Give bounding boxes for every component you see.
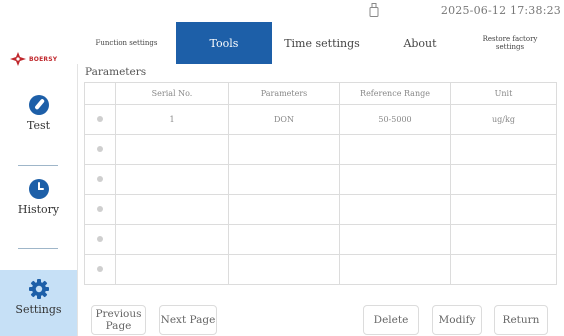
row-select-cell[interactable] [84,194,116,225]
sidebar-item-label: Test [26,119,51,132]
radio-dot-icon[interactable] [97,146,103,152]
column-header-parameters: Parameters [228,82,340,105]
serial-cell [115,134,229,165]
tab-function-settings[interactable]: Function settings [77,22,176,64]
parameter-cell: DON [228,104,340,135]
tab-about[interactable]: About [372,22,468,64]
tab-time-settings[interactable]: Time settings [272,22,372,64]
parameter-cell [228,164,340,195]
table-row[interactable] [84,224,557,255]
usb-drive-icon [369,3,379,17]
row-select-cell[interactable] [84,104,116,135]
table-row[interactable]: 1 DON 50-5000 ug/kg [84,104,557,135]
table-row[interactable] [84,194,557,225]
tab-tools[interactable]: Tools [176,22,272,64]
range-cell [339,134,451,165]
unit-cell [450,194,557,225]
datetime: 2025-06-12 17:38:23 [440,4,561,17]
serial-cell [115,254,229,285]
serial-cell [115,164,229,195]
sidebar-divider [18,165,58,166]
gear-icon [28,279,49,299]
sidebar-item-settings[interactable]: Settings [0,270,77,336]
modify-button[interactable]: Modify [432,305,482,335]
return-button[interactable]: Return [494,305,548,335]
range-cell [339,194,451,225]
parameters-table: Serial No. Parameters Reference Range Un… [84,82,557,285]
sidebar-item-test[interactable]: Test [0,94,77,150]
unit-cell [450,134,557,165]
range-cell [339,254,451,285]
test-tube-icon [28,95,49,115]
unit-cell [450,224,557,255]
parameter-cell [228,194,340,225]
row-select-cell[interactable] [84,254,116,285]
table-row[interactable] [84,254,557,285]
delete-button[interactable]: Delete [363,305,419,335]
logo-mark-icon [10,52,26,66]
logo-text: BOERSY [29,55,58,63]
sidebar-item-label: History [17,203,60,216]
sidebar: BOERSY Test History Settings [0,22,78,336]
column-header-serial-no: Serial No. [115,82,229,105]
range-cell [339,164,451,195]
radio-dot-icon[interactable] [97,116,103,122]
clock-icon [28,179,49,199]
previous-page-button[interactable]: Previous Page [91,305,146,335]
parameter-cell [228,224,340,255]
parameter-cell [228,134,340,165]
range-cell [339,224,451,255]
settings-tabs: Function settings Tools Time settings Ab… [77,22,564,64]
radio-dot-icon[interactable] [97,176,103,182]
radio-dot-icon[interactable] [97,206,103,212]
tab-restore-factory-settings[interactable]: Restore factory settings [478,22,542,64]
sidebar-divider [18,248,58,249]
next-page-button[interactable]: Next Page [159,305,217,335]
sidebar-item-history[interactable]: History [0,178,77,234]
unit-cell: ug/kg [450,104,557,135]
sidebar-item-label: Settings [15,303,62,316]
range-cell: 50-5000 [339,104,451,135]
row-select-cell[interactable] [84,134,116,165]
serial-cell [115,224,229,255]
radio-dot-icon[interactable] [97,266,103,272]
brand-logo: BOERSY [10,52,57,66]
serial-cell [115,194,229,225]
row-select-cell[interactable] [84,164,116,195]
column-header-reference-range: Reference Range [339,82,451,105]
table-row[interactable] [84,134,557,165]
section-title: Parameters [85,66,147,78]
row-select-cell[interactable] [84,224,116,255]
serial-cell: 1 [115,104,229,135]
parameter-cell [228,254,340,285]
status-bar: 2025-06-12 17:38:23 [0,0,564,22]
column-header-select [84,82,116,105]
column-header-unit: Unit [450,82,557,105]
table-header-row: Serial No. Parameters Reference Range Un… [84,82,557,105]
unit-cell [450,254,557,285]
table-row[interactable] [84,164,557,195]
radio-dot-icon[interactable] [97,236,103,242]
unit-cell [450,164,557,195]
